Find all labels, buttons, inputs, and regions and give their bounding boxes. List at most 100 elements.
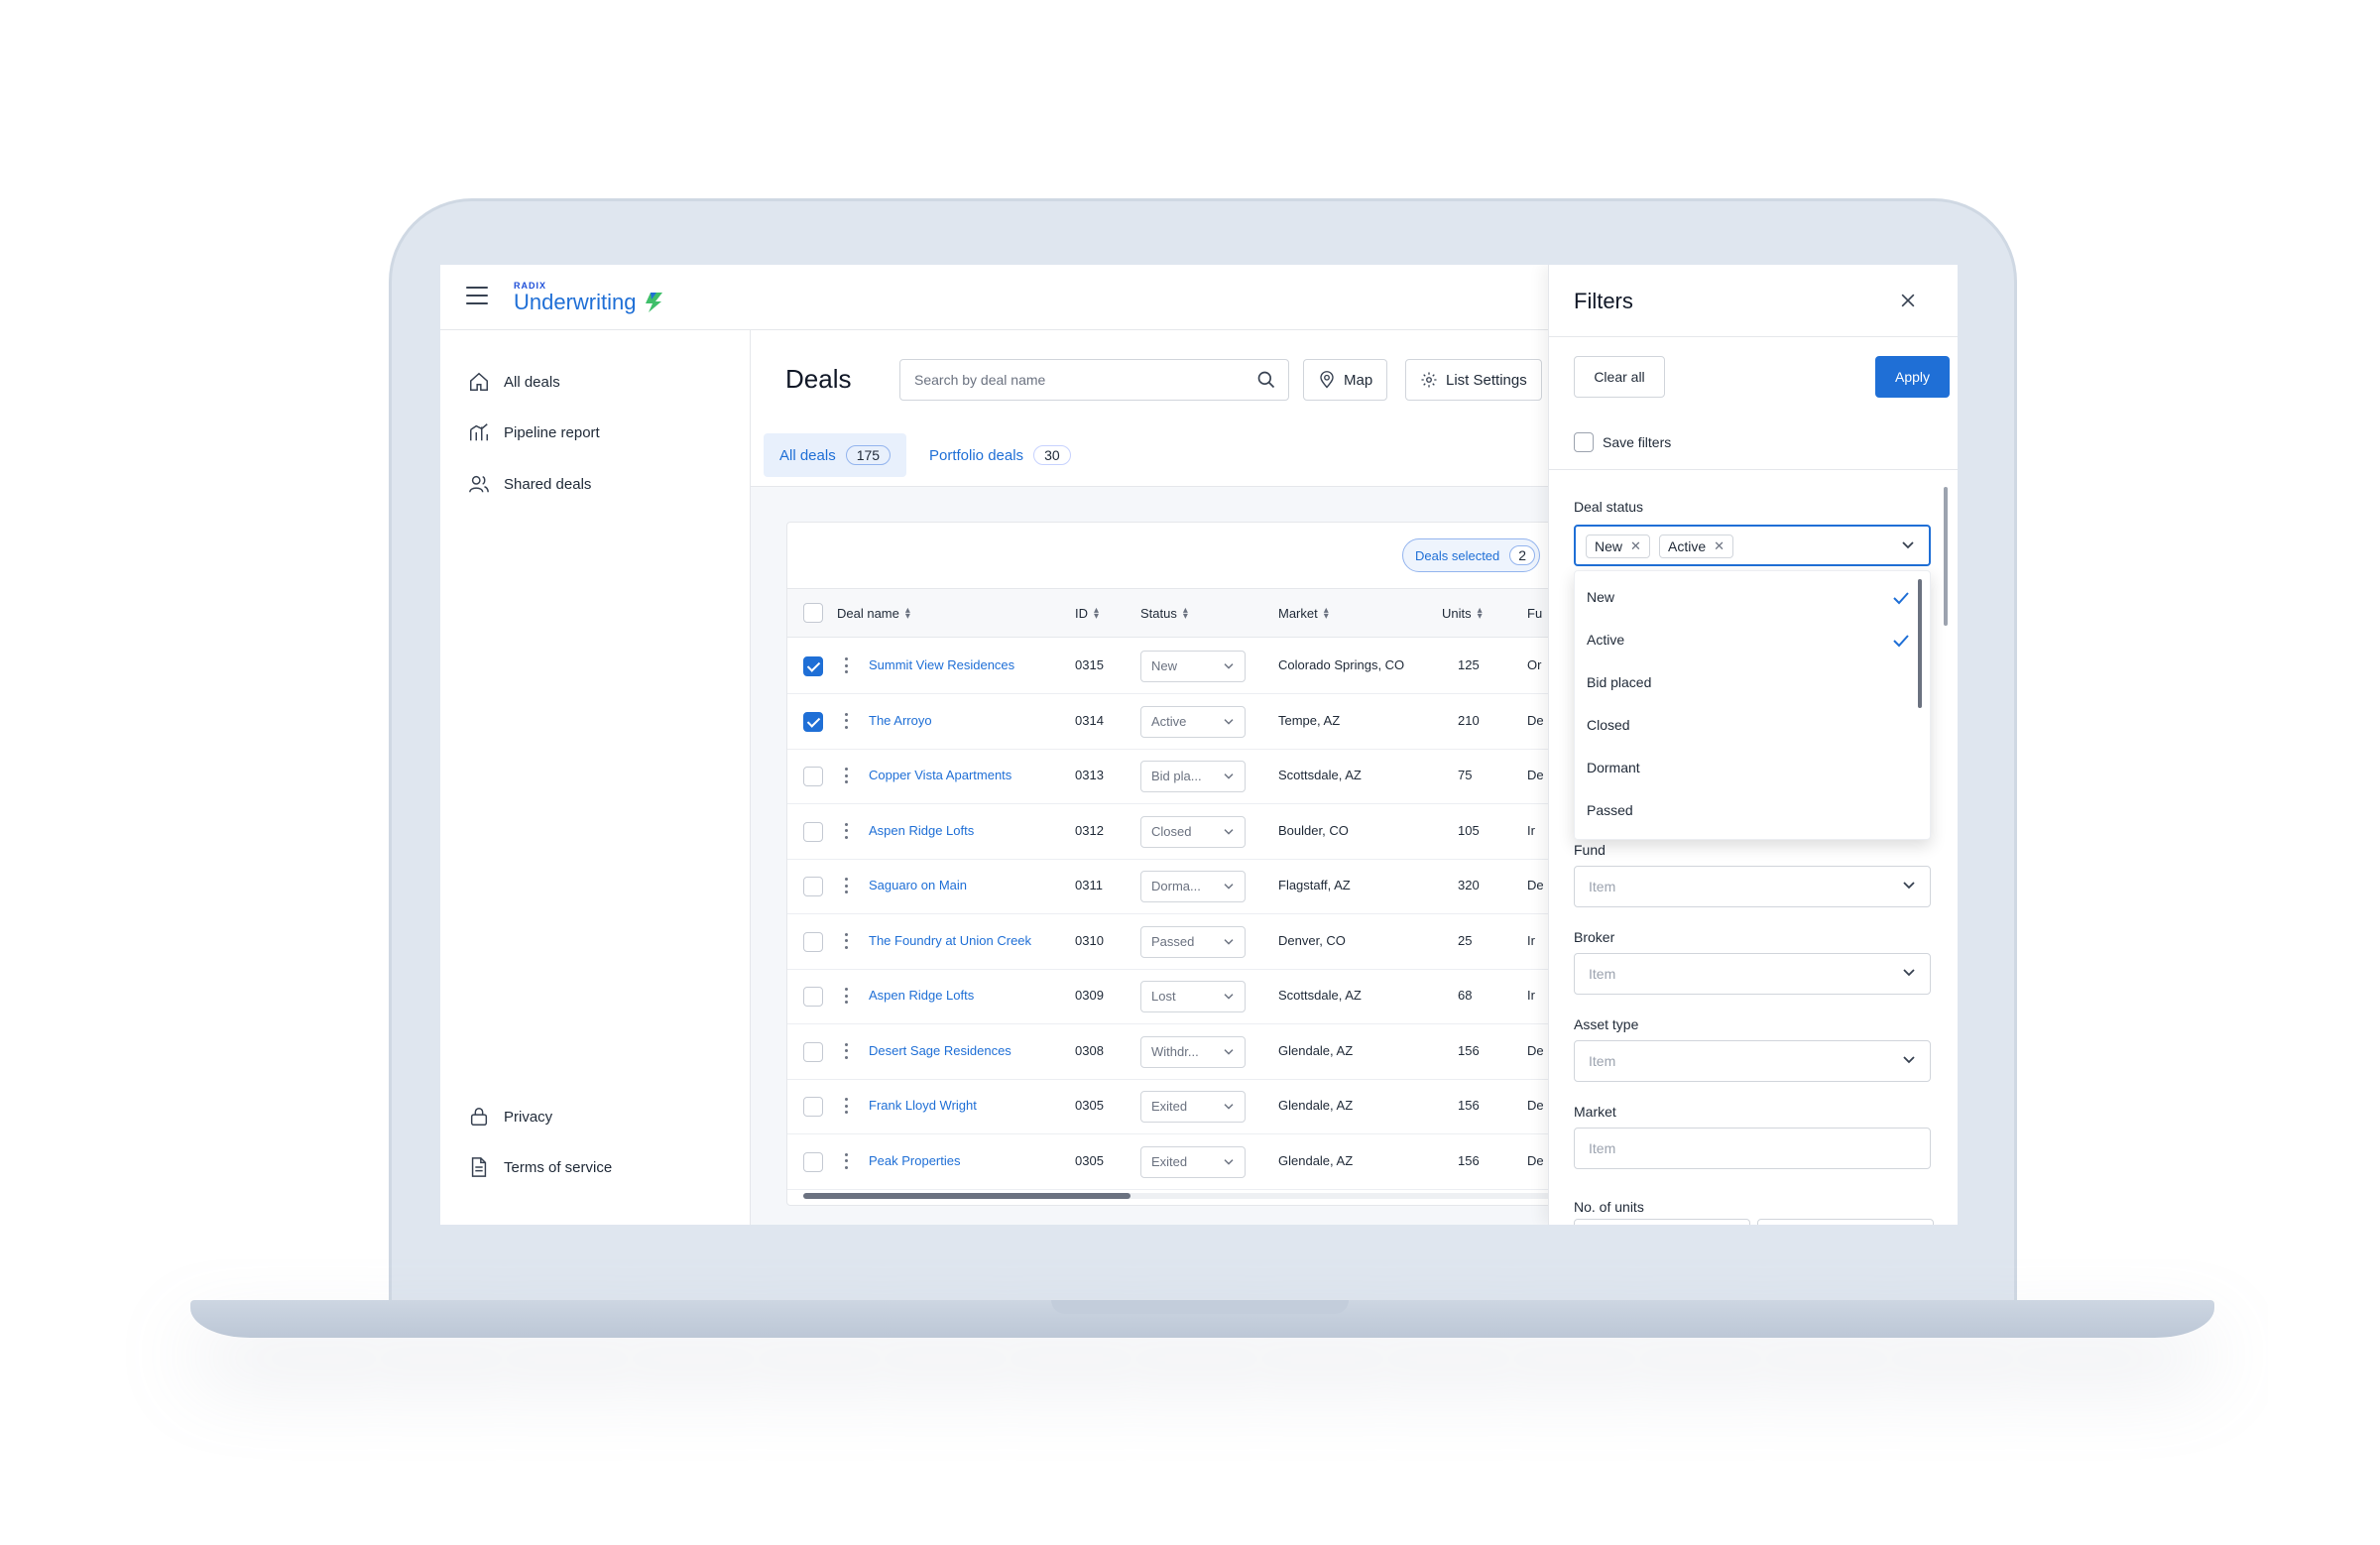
map-button[interactable]: Map <box>1303 359 1388 401</box>
tab-portfolio-deals[interactable]: Portfolio deals 30 <box>913 433 1087 477</box>
app-screen: RADIX Underwriting All deals Pipeline re… <box>440 265 1958 1225</box>
deal-name-link[interactable]: The Arroyo <box>869 713 932 728</box>
row-checkbox[interactable] <box>803 767 823 786</box>
search-input[interactable]: Search by deal name <box>899 359 1289 401</box>
map-pin-icon <box>1320 371 1334 389</box>
row-checkbox[interactable] <box>803 877 823 896</box>
deal-name-link[interactable]: The Foundry at Union Creek <box>869 933 1031 948</box>
dropdown-scrollbar[interactable] <box>1918 579 1922 708</box>
column-market[interactable]: Market ▴ ▾ <box>1278 605 1329 621</box>
status-select[interactable]: Lost <box>1140 981 1246 1012</box>
status-option[interactable]: Closed <box>1587 717 1630 733</box>
select-all-checkbox[interactable] <box>803 603 823 623</box>
deal-status-select[interactable]: New ✕ Active ✕ <box>1574 525 1931 566</box>
asset-type-select[interactable]: Item <box>1574 1040 1931 1082</box>
broker-select[interactable]: Item <box>1574 953 1931 995</box>
status-select[interactable]: Withdr... <box>1140 1035 1246 1068</box>
status-option[interactable]: New <box>1587 589 1614 605</box>
deal-name-link[interactable]: Aspen Ridge Lofts <box>869 823 974 838</box>
deal-name-link[interactable]: Peak Properties <box>869 1153 961 1168</box>
scrollbar-thumb[interactable] <box>803 1193 1130 1199</box>
column-deal-name[interactable]: Deal name ▴ ▾ <box>837 605 910 621</box>
fund-select[interactable]: Item <box>1574 866 1931 907</box>
more-actions-icon[interactable] <box>843 1095 849 1117</box>
deal-units: 156 <box>1458 1042 1480 1058</box>
divider <box>1549 469 1958 470</box>
remove-chip-icon[interactable]: ✕ <box>1714 538 1725 554</box>
tab-all-deals[interactable]: All deals 175 <box>764 433 907 477</box>
row-checkbox[interactable] <box>803 1041 823 1062</box>
search-icon[interactable] <box>1256 370 1276 390</box>
deal-name-link[interactable]: Copper Vista Apartments <box>869 768 1012 782</box>
status-option[interactable]: Bid placed <box>1587 674 1651 690</box>
deals-selected-badge[interactable]: Deals selected 2 <box>1402 538 1541 572</box>
column-label: Status <box>1140 606 1177 621</box>
status-select[interactable]: Dorma... <box>1140 871 1246 902</box>
deal-name-link[interactable]: Desert Sage Residences <box>869 1043 1012 1058</box>
status-value: Active <box>1151 713 1187 729</box>
status-select[interactable]: Exited <box>1140 1145 1246 1178</box>
units-label: No. of units <box>1574 1199 1644 1215</box>
deal-name-link[interactable]: Frank Lloyd Wright <box>869 1098 977 1113</box>
deal-fund: De <box>1527 878 1544 892</box>
chevron-down-icon <box>1902 541 1914 549</box>
chevron-down-icon <box>1224 884 1234 890</box>
status-select[interactable]: Active <box>1140 705 1246 738</box>
deal-units: 68 <box>1458 988 1473 1003</box>
status-option[interactable]: Dormant <box>1587 760 1640 775</box>
apply-button[interactable]: Apply <box>1875 356 1950 398</box>
more-actions-icon[interactable] <box>843 930 849 952</box>
save-filters-checkbox[interactable] <box>1574 432 1594 452</box>
column-status[interactable]: Status ▴ ▾ <box>1140 605 1188 621</box>
status-select[interactable]: New <box>1140 651 1246 682</box>
status-select[interactable]: Exited <box>1140 1091 1246 1123</box>
market-input[interactable]: Item <box>1574 1128 1931 1169</box>
column-units[interactable]: Units ▴ ▾ <box>1442 605 1483 621</box>
clear-all-button[interactable]: Clear all <box>1574 356 1665 398</box>
sidebar-item-label: Privacy <box>504 1108 553 1126</box>
status-option[interactable]: Active <box>1587 632 1624 648</box>
sidebar-item-shared-deals[interactable]: Shared deals <box>468 469 591 499</box>
more-actions-icon[interactable] <box>843 985 849 1007</box>
status-select[interactable]: Closed <box>1140 815 1246 848</box>
units-min-input[interactable] <box>1574 1219 1750 1225</box>
more-actions-icon[interactable] <box>843 765 849 786</box>
more-actions-icon[interactable] <box>843 875 849 896</box>
deal-name-link[interactable]: Summit View Residences <box>869 657 1014 672</box>
row-checkbox[interactable] <box>803 1097 823 1117</box>
more-actions-icon[interactable] <box>843 654 849 676</box>
sidebar-item-pipeline-report[interactable]: Pipeline report <box>468 417 600 447</box>
deal-market: Glendale, AZ <box>1278 1042 1354 1058</box>
deal-name-link[interactable]: Aspen Ridge Lofts <box>869 988 974 1003</box>
row-checkbox[interactable] <box>803 821 823 842</box>
menu-icon[interactable] <box>466 287 488 304</box>
more-actions-icon[interactable] <box>843 1040 849 1062</box>
gear-icon <box>1421 372 1437 388</box>
more-actions-icon[interactable] <box>843 820 849 842</box>
column-id[interactable]: ID ▴ ▾ <box>1075 605 1099 621</box>
deal-id: 0305 <box>1075 1152 1104 1168</box>
status-dropdown: New Active Bid placed Closed Dormant Passed <box>1574 570 1931 840</box>
status-select[interactable]: Bid pla... <box>1140 761 1246 792</box>
sidebar-item-privacy[interactable]: Privacy <box>468 1102 552 1131</box>
close-icon[interactable] <box>1898 291 1918 310</box>
deal-name-link[interactable]: Saguaro on Main <box>869 878 967 892</box>
column-fund[interactable]: Fu <box>1527 606 1542 621</box>
column-label: ID <box>1075 606 1088 621</box>
sidebar-item-all-deals[interactable]: All deals <box>468 367 560 397</box>
units-max-input[interactable] <box>1757 1219 1934 1225</box>
remove-chip-icon[interactable]: ✕ <box>1630 538 1641 554</box>
more-actions-icon[interactable] <box>843 1150 849 1172</box>
laptop-notch <box>1051 1300 1349 1314</box>
sidebar-item-terms[interactable]: Terms of service <box>468 1152 612 1182</box>
row-checkbox[interactable] <box>803 931 823 952</box>
row-checkbox[interactable] <box>803 656 823 676</box>
row-checkbox[interactable] <box>803 1151 823 1172</box>
status-select[interactable]: Passed <box>1140 925 1246 958</box>
row-checkbox[interactable] <box>803 987 823 1007</box>
status-option[interactable]: Passed <box>1587 802 1633 818</box>
row-checkbox[interactable] <box>803 711 823 732</box>
more-actions-icon[interactable] <box>843 710 849 732</box>
list-settings-button[interactable]: List Settings <box>1405 359 1542 401</box>
panel-scrollbar[interactable] <box>1944 487 1948 626</box>
